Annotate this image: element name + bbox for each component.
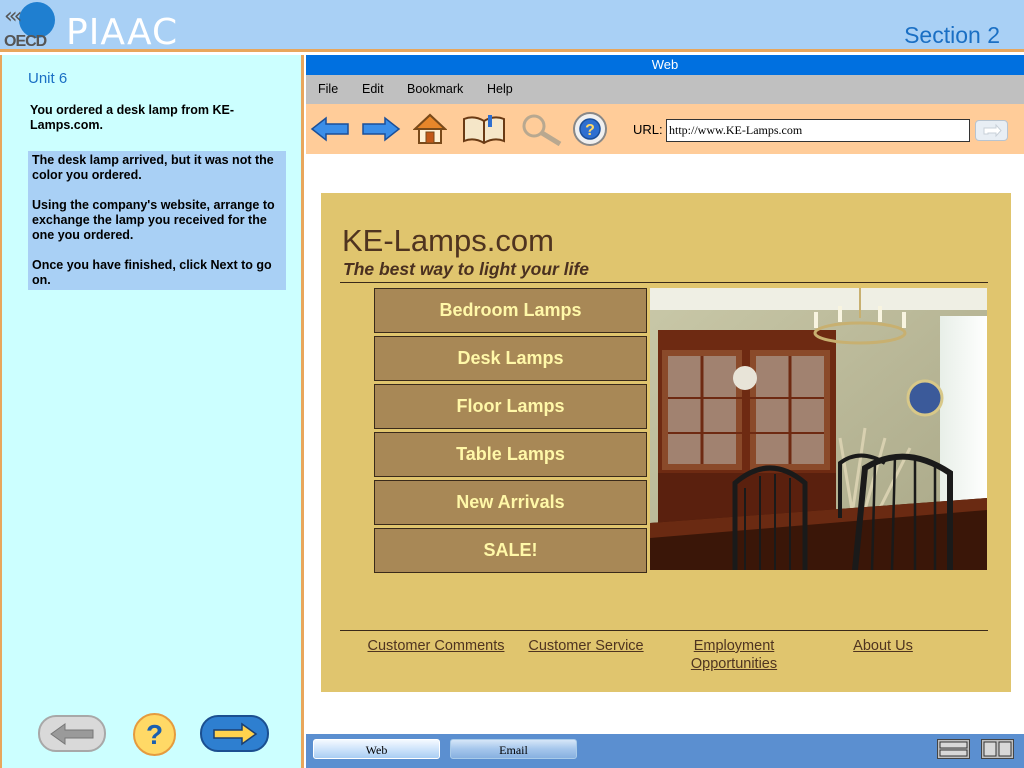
task-paragraph: The desk lamp arrived, but it was not th… [32,153,274,182]
browser-bookmarks-button[interactable] [460,110,508,148]
divider [340,282,988,283]
bookmarks-book-icon [463,115,505,145]
divider [340,630,988,631]
browser-home-button[interactable] [412,110,448,148]
back-button[interactable] [38,715,106,752]
link-customer-service[interactable]: Customer Service [524,637,648,655]
browser-help-button[interactable]: ? [569,110,611,148]
forward-arrow-icon [362,116,401,142]
layout-vertical-icon [983,741,1012,757]
back-arrow-icon [310,116,349,142]
task-panel: Unit 6 You ordered a desk lamp from KE-L… [0,55,304,768]
go-button[interactable] [975,120,1008,141]
search-magnifier-icon [522,114,562,146]
url-label: URL: [633,122,663,137]
oecd-chevrons-icon: ‹‹‹ [4,4,23,29]
category-bedroom-lamps[interactable]: Bedroom Lamps [374,288,647,333]
help-lifebuoy-icon: ? [573,112,607,146]
menu-bookmark[interactable]: Bookmark [407,82,463,96]
question-icon: ? [145,718,164,750]
layout-horizontal-icon [939,741,968,757]
oecd-wordmark: OECD [4,33,47,50]
browser-search-button[interactable] [517,110,565,148]
oecd-piaac-logo: ‹‹‹ OECD PIAAC [2,0,182,53]
browser-toolbar: ? URL: http://www.KE-Lamps.com [306,104,1024,154]
link-employment-opportunities[interactable]: Employment Opportunities [686,637,782,673]
home-icon [413,113,447,144]
ke-lamps-site: KE-Lamps.com The best way to light your … [321,193,1011,692]
task-intro: You ordered a desk lamp from KE-Lamps.co… [30,103,234,132]
browser-back-button[interactable] [309,110,351,148]
layout-horizontal-button[interactable] [937,739,970,759]
app-title: PIAAC [66,12,179,53]
go-arrow-icon [983,123,1002,138]
site-title: KE-Lamps.com [342,223,554,258]
browser-taskbar: Web Email [306,734,1024,768]
unit-label: Unit 6 [28,70,68,87]
menu-file[interactable]: File [318,82,338,96]
category-table-lamps[interactable]: Table Lamps [374,432,647,477]
site-tagline: The best way to light your life [343,259,589,279]
right-arrow-icon [212,722,257,745]
layout-vertical-button[interactable] [981,739,1014,759]
dining-room-photo [650,288,987,570]
link-about-us[interactable]: About Us [848,637,918,655]
task-paragraph: Using the company's website, arrange to … [32,198,275,242]
menu-help[interactable]: Help [487,82,513,96]
link-customer-comments[interactable]: Customer Comments [362,637,510,655]
category-floor-lamps[interactable]: Floor Lamps [374,384,647,429]
web-browser: Web File Edit Bookmark Help ? URL: http:… [306,55,1024,768]
help-button[interactable]: ? [133,713,176,756]
browser-title-bar: Web [306,55,1024,75]
category-desk-lamps[interactable]: Desk Lamps [374,336,647,381]
next-button[interactable] [200,715,269,752]
category-sale[interactable]: SALE! [374,528,647,573]
task-instructions: The desk lamp arrived, but it was not th… [28,151,286,290]
tab-email[interactable]: Email [450,739,577,759]
category-new-arrivals[interactable]: New Arrivals [374,480,647,525]
left-arrow-icon [50,722,94,745]
section-label: Section 2 [904,22,1000,48]
header: ‹‹‹ OECD PIAAC Section 2 [0,0,1024,53]
menu-edit[interactable]: Edit [362,82,384,96]
browser-content: KE-Lamps.com The best way to light your … [306,154,1024,734]
tab-web[interactable]: Web [313,739,440,759]
task-paragraph: Once you have finished, click Next to go… [32,258,272,287]
svg-text:?: ? [585,122,595,139]
url-input[interactable]: http://www.KE-Lamps.com [666,119,970,142]
browser-forward-button[interactable] [360,110,402,148]
menu-bar: File Edit Bookmark Help [306,75,1024,104]
